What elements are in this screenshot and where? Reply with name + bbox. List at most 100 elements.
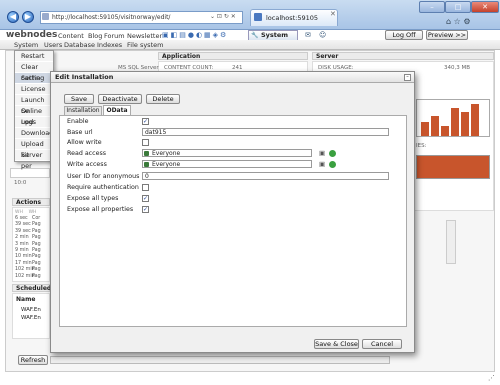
read-access-add-icon[interactable]	[329, 150, 336, 157]
tab-close-icon[interactable]: ✕	[330, 10, 336, 18]
scrollbar[interactable]	[446, 220, 456, 264]
mail-icon[interactable]: ✉	[305, 31, 311, 39]
deactivate-button[interactable]: Deactivate	[98, 94, 142, 104]
menu-item-launch[interactable]: Launch Se	[15, 95, 53, 115]
anon-user-label: User ID for anonymous	[67, 173, 140, 180]
home-star-gear-icon[interactable]: ⌂ ☆ ⚙	[446, 17, 471, 26]
action-desc: Pag	[32, 222, 41, 228]
allow-write-checkbox[interactable]	[142, 139, 149, 146]
action-desc: Pag	[32, 247, 41, 253]
tab-installation[interactable]: Installation	[64, 106, 102, 115]
menu-item-license[interactable]: License	[15, 84, 53, 95]
read-access-field[interactable]: Everyone	[142, 149, 312, 157]
expose-types-checkbox[interactable]: ✓	[142, 195, 149, 202]
action-desc: Pag	[32, 260, 41, 266]
action-desc: Cor	[32, 216, 41, 221]
base-url-input[interactable]: dat915	[142, 128, 389, 136]
close-window-icon[interactable]: ✕	[471, 1, 499, 13]
expose-props-label: Expose all properties	[67, 206, 134, 213]
dialog-title: Edit Installation	[51, 72, 414, 83]
menu-item-settings[interactable]: Setting	[15, 73, 53, 84]
scheduled-title: Scheduled	[12, 284, 51, 292]
tool-icons[interactable]: ▣◧▤●◐▦◈⚙	[162, 31, 228, 39]
system-tab-label: System	[261, 31, 289, 39]
chart-bar	[451, 108, 459, 136]
action-desc: Pag	[32, 228, 41, 234]
write-access-label: Write access	[67, 161, 107, 168]
server-bar-chart	[416, 99, 490, 137]
expose-props-checkbox[interactable]: ✓	[142, 206, 149, 213]
actions-list: WH WH 6 sec Cor 39 secPag 39 secPag 2 min Pag…	[12, 207, 50, 282]
menu-item-clear-cache[interactable]: Clear cache	[15, 62, 53, 82]
wrench-icon: 🔧	[251, 32, 259, 39]
read-access-lookup-icon[interactable]: ▣	[319, 150, 325, 157]
menu-item-logs[interactable]: Logs	[15, 117, 53, 128]
time-label: 10:0	[14, 180, 27, 186]
enable-checkbox[interactable]: ✓	[142, 118, 149, 125]
action-desc: Pag	[32, 254, 41, 260]
edit-installation-dialog: Edit Installation – Save Deactivate Dele…	[50, 71, 415, 353]
group-icon	[144, 162, 149, 167]
maximize-icon[interactable]: □	[445, 1, 471, 13]
actions-title: Actions	[12, 198, 50, 206]
ies-label: IES:	[416, 143, 427, 149]
browser-tab[interactable]: localhost:59105	[250, 9, 338, 26]
logoff-button[interactable]: Log Off	[385, 30, 423, 40]
actions-col-when: WH	[15, 210, 23, 215]
tab-odata[interactable]: OData	[103, 105, 131, 115]
dialog-minimize-icon[interactable]: –	[404, 74, 411, 81]
refresh-button[interactable]: Refresh	[18, 355, 48, 365]
action-desc: Pag	[32, 273, 41, 279]
bottom-toolbar	[50, 356, 390, 364]
save-button[interactable]: Save	[64, 94, 94, 104]
action-row: 102 minPag	[13, 274, 49, 280]
scheduled-row: WAF.En	[21, 307, 41, 313]
server-area-chart	[416, 155, 490, 179]
scheduled-row: WAF.En	[21, 315, 41, 321]
minimize-icon[interactable]: –	[419, 1, 445, 13]
chart-bar	[471, 104, 479, 136]
anon-user-input[interactable]: 0	[142, 172, 389, 180]
disk-usage-value: 340,3 MB	[444, 65, 471, 71]
menu-system[interactable]: System	[14, 40, 38, 50]
server-panel-title: Server	[312, 52, 494, 60]
menu-item-download[interactable]: Download	[15, 128, 53, 139]
menu-item-upload-kit[interactable]: Upload kit	[15, 139, 53, 159]
cancel-button[interactable]: Cancel	[362, 339, 402, 349]
forward-icon[interactable]: ▶	[22, 11, 34, 23]
back-icon[interactable]: ◀	[7, 11, 19, 23]
tab-favicon-icon	[254, 13, 262, 21]
system-menu: Restart Clear cache Setting License Laun…	[14, 50, 54, 170]
preview-button[interactable]: Preview >>	[426, 30, 468, 40]
require-auth-checkbox[interactable]	[142, 184, 149, 191]
address-tools-icon[interactable]: ⌄ ⊡ ↻ ✕	[210, 13, 236, 20]
chart-bar	[431, 116, 439, 136]
expose-types-label: Expose all types	[67, 195, 119, 202]
delete-button[interactable]: Delete	[146, 94, 180, 104]
write-access-lookup-icon[interactable]: ▣	[319, 161, 325, 168]
read-access-label: Read access	[67, 150, 107, 157]
action-desc: Pag	[32, 235, 41, 241]
allow-write-label: Allow write	[67, 139, 102, 146]
chart-bar	[421, 122, 429, 136]
save-close-button[interactable]: Save & Close	[314, 339, 359, 349]
group-icon	[144, 151, 149, 156]
write-access-add-icon[interactable]	[329, 161, 336, 168]
user-icon[interactable]: ☺	[319, 31, 326, 39]
menu-users[interactable]: Users	[44, 40, 62, 50]
menu-database[interactable]: Database	[64, 40, 95, 50]
menu-item-restart[interactable]: Restart	[15, 51, 53, 62]
action-desc: Pag	[32, 267, 41, 273]
menu-item-online-update[interactable]: Online upd	[15, 106, 53, 126]
write-access-field[interactable]: Everyone	[142, 160, 312, 168]
application-panel-title: Application	[158, 52, 308, 60]
scheduled-list: Name WAF.En WAF.En	[12, 293, 50, 339]
enable-label: Enable	[67, 118, 89, 125]
menu-file-system[interactable]: File system	[127, 40, 163, 50]
base-url-label: Base url	[67, 129, 93, 136]
menu-item-server-performance[interactable]: Server per	[15, 150, 53, 170]
chart-bar	[461, 112, 469, 136]
tab-title: localhost:59105	[266, 14, 319, 22]
menu-indexes[interactable]: Indexes	[97, 40, 122, 50]
chart-bar	[441, 126, 449, 136]
